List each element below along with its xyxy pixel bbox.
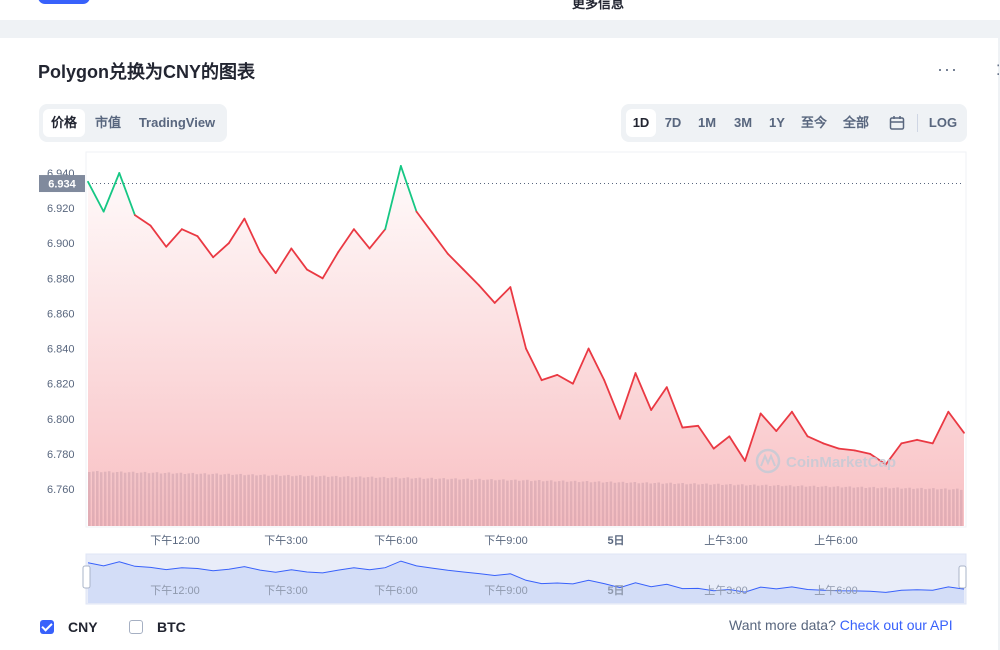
x-tick-label: 上午6:00	[814, 534, 857, 547]
y-tick-label: 6.780	[47, 449, 75, 461]
api-prompt-text: Want more data?	[729, 617, 836, 633]
legend-cny[interactable]: CNY	[40, 617, 98, 637]
top-more-info[interactable]: 更多信息	[572, 0, 624, 12]
range-7d[interactable]: 7D	[659, 109, 687, 137]
navigator-tick-label: 下午9:00	[484, 584, 527, 597]
navigator-tick-label: 下午3:00	[264, 584, 307, 597]
navigator-tick-label: 5日	[607, 584, 624, 597]
tab-market-cap[interactable]: 市值	[89, 109, 127, 137]
cny-checkbox[interactable]	[40, 620, 54, 634]
y-axis: 6.9406.9206.9006.8806.8606.8406.8206.800…	[47, 168, 75, 496]
api-prompt: Want more data? Check out our API	[729, 617, 953, 633]
current-price-value: 6.934	[48, 179, 76, 191]
range-3m[interactable]: 3M	[728, 109, 758, 137]
x-tick-label: 下午6:00	[374, 534, 417, 547]
y-tick-label: 6.860	[47, 308, 75, 320]
api-link[interactable]: Check out our API	[840, 617, 953, 633]
navigator[interactable]: 下午12:00 下午3:00 下午6:00 下午9:00 5日 上午3:00 上午6:00	[82, 553, 967, 605]
log-toggle[interactable]: LOG	[923, 109, 963, 137]
edge-more-icon: ⁚	[996, 62, 1000, 79]
y-tick-label: 6.760	[47, 484, 75, 496]
range-ytd[interactable]: 至今	[798, 109, 830, 137]
x-tick-label: 上午3:00	[704, 534, 747, 547]
legend-cny-label: CNY	[68, 619, 98, 635]
y-tick-label: 6.900	[47, 238, 75, 250]
range-1d[interactable]: 1D	[626, 109, 656, 137]
y-tick-label: 6.920	[47, 203, 75, 215]
calendar-icon[interactable]	[883, 109, 911, 137]
y-tick-label: 6.840	[47, 344, 75, 356]
y-tick-label: 6.820	[47, 379, 75, 391]
x-tick-label: 下午3:00	[264, 534, 307, 547]
navigator-tick-label: 上午3:00	[704, 584, 747, 597]
chart-title: Polygon兑换为CNY的图表	[38, 62, 256, 82]
time-range-tabs: 1D 7D 1M 3M 1Y 至今 全部 LOG	[621, 104, 967, 142]
range-1m[interactable]: 1M	[693, 109, 721, 137]
top-action-button[interactable]	[38, 0, 90, 4]
navigator-handle-left[interactable]	[82, 565, 91, 589]
calendar-glyph	[889, 116, 905, 130]
range-1y[interactable]: 1Y	[763, 109, 791, 137]
top-bar: 更多信息	[0, 0, 1000, 20]
y-tick-label: 6.880	[47, 273, 75, 285]
x-tick-label: 5日	[607, 534, 624, 547]
more-options-icon[interactable]: ···	[937, 60, 958, 78]
navigator-handle-right[interactable]	[958, 565, 967, 589]
tab-price[interactable]: 价格	[43, 109, 85, 137]
btc-checkbox[interactable]	[129, 620, 143, 634]
y-tick-label: 6.800	[47, 414, 75, 426]
navigator-tick-label: 上午6:00	[814, 584, 857, 597]
tab-tradingview[interactable]: TradingView	[133, 109, 221, 137]
navigator-tick-label: 下午12:00	[150, 584, 200, 597]
legend-btc[interactable]: BTC	[129, 617, 186, 637]
x-tick-label: 下午9:00	[484, 534, 527, 547]
navigator-tick-label: 下午6:00	[374, 584, 417, 597]
tab-separator	[917, 114, 918, 132]
x-axis: 下午12:00 下午3:00 下午6:00 下午9:00 5日 上午3:00 上午6:00	[150, 534, 857, 547]
x-tick-label: 下午12:00	[150, 534, 200, 547]
legend-btc-label: BTC	[157, 619, 186, 635]
price-chart[interactable]: 6.9406.9206.9006.8806.8606.8406.8206.800…	[0, 150, 1000, 610]
data-type-tabs: 价格 市值 TradingView	[39, 104, 227, 142]
watermark-text: CoinMarketCap	[786, 454, 896, 471]
range-all[interactable]: 全部	[839, 109, 873, 137]
